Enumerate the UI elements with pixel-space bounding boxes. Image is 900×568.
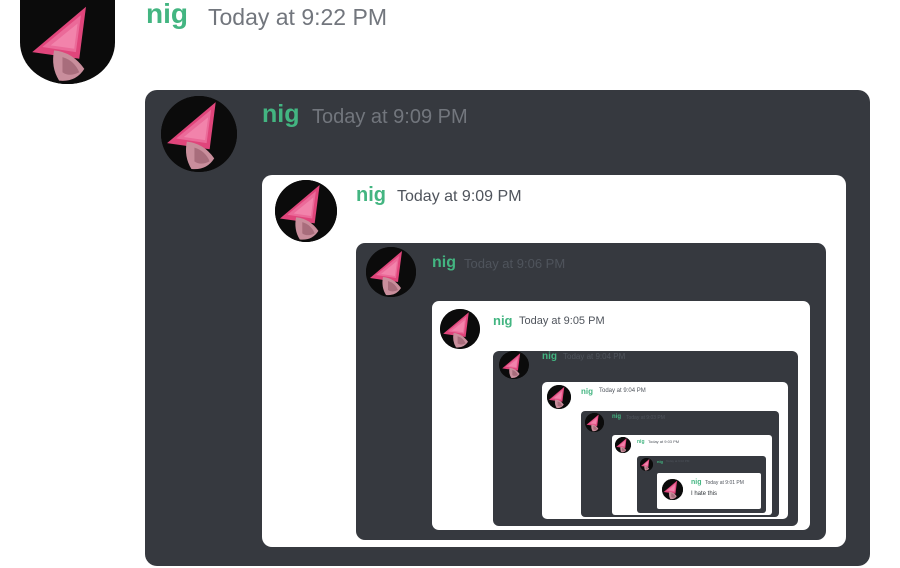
username: nig <box>493 313 513 328</box>
embedded-screenshot: nig Today at 9:04 PM nig Today at 9:04 P… <box>493 351 798 526</box>
avatar <box>615 437 631 453</box>
embedded-screenshot: nig Today at 9:09 PM nig Today at 9:06 P… <box>262 175 846 547</box>
embedded-screenshot: nig Today at 9:03 PM nig Today at 9:02 P… <box>612 435 772 515</box>
avatar-image <box>161 96 237 172</box>
avatar-image <box>499 351 529 379</box>
avatar <box>499 351 529 379</box>
username: nig <box>542 351 557 362</box>
timestamp: Today at 9:05 PM <box>519 315 605 327</box>
message-text: I hate this <box>691 491 718 497</box>
username: nig <box>612 414 621 420</box>
timestamp: Today at 9:03 PM <box>648 439 680 444</box>
timestamp: Today at 9:09 PM <box>397 188 522 205</box>
avatar-image <box>366 247 416 297</box>
embedded-screenshot: nig Today at 9:06 PM nig Today at 9:05 P… <box>356 243 826 540</box>
avatar <box>275 180 337 242</box>
avatar <box>585 413 604 432</box>
embedded-screenshot: nig Today at 9:09 PM nig Today at 9:09 P… <box>145 90 870 566</box>
username: nig <box>262 100 300 128</box>
avatar <box>366 247 416 297</box>
username: nig <box>432 254 456 271</box>
timestamp: Today at 9:02 PM <box>666 459 690 463</box>
avatar <box>547 385 571 409</box>
avatar-image <box>615 437 631 453</box>
username: nig <box>356 184 386 206</box>
avatar <box>640 458 653 471</box>
avatar-image <box>440 309 480 349</box>
username: nig <box>581 387 593 396</box>
avatar-image <box>20 0 115 84</box>
avatar <box>440 309 480 349</box>
timestamp: Today at 9:03 PM <box>626 415 665 421</box>
embedded-screenshot: nig Today at 9:05 PM nig Today at 9:04 P… <box>432 301 810 530</box>
username: nig <box>637 439 645 445</box>
timestamp: Today at 9:01 PM <box>705 480 744 486</box>
avatar-image <box>547 385 571 409</box>
embedded-screenshot: nig Today at 9:04 PM nig Today at 9:03 P… <box>542 382 788 519</box>
avatar-image <box>585 413 604 432</box>
avatar <box>662 479 683 500</box>
embedded-screenshot: nig Today at 9:02 PM nig Today at 9:01 P… <box>637 456 766 513</box>
timestamp: Today at 9:06 PM <box>464 256 566 271</box>
timestamp: Today at 9:04 PM <box>599 388 646 394</box>
username[interactable]: nig <box>146 0 188 30</box>
embedded-screenshot: nig Today at 9:01 PM I hate this <box>657 473 761 509</box>
avatar[interactable] <box>20 0 115 84</box>
timestamp: Today at 9:22 PM <box>208 4 387 30</box>
avatar-image <box>662 479 683 500</box>
embedded-screenshot: nig Today at 9:03 PM nig Today at 9:03 P… <box>581 411 779 517</box>
avatar-image <box>640 458 653 471</box>
timestamp: Today at 9:09 PM <box>312 106 468 128</box>
username: nig <box>691 479 702 486</box>
avatar <box>161 96 237 172</box>
username: nig <box>657 459 663 464</box>
avatar-image <box>275 180 337 242</box>
timestamp: Today at 9:04 PM <box>563 352 626 361</box>
